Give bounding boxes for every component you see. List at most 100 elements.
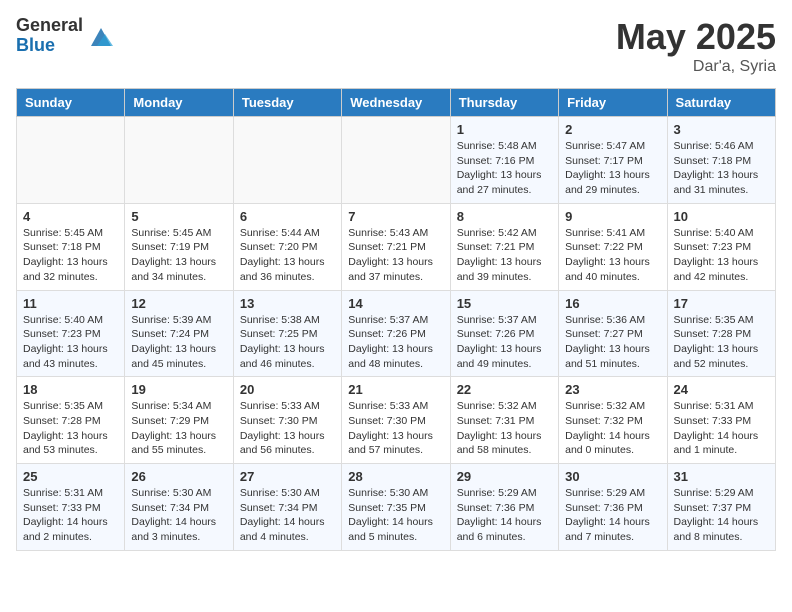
calendar-cell: 20 Sunrise: 5:33 AMSunset: 7:30 PMDayligh… (233, 377, 341, 464)
day-number: 19 (131, 382, 226, 397)
calendar-cell: 14 Sunrise: 5:37 AMSunset: 7:26 PMDayligh… (342, 290, 450, 377)
logo-general: General (16, 16, 83, 36)
calendar-cell: 27 Sunrise: 5:30 AMSunset: 7:34 PMDayligh… (233, 464, 341, 551)
calendar-cell: 3Sunrise: 5:46 AMSunset: 7:18 PMDaylight… (667, 117, 775, 204)
calendar-cell (342, 117, 450, 204)
day-number: 14 (348, 296, 443, 311)
day-info: Sunrise: 5:44 AMSunset: 7:20 PMDaylight:… (240, 226, 335, 285)
day-number: 10 (674, 209, 769, 224)
calendar-cell: 6 Sunrise: 5:44 AMSunset: 7:20 PMDaylight… (233, 203, 341, 290)
day-info: Sunrise: 5:40 AMSunset: 7:23 PMDaylight:… (23, 313, 118, 372)
day-number: 30 (565, 469, 660, 484)
calendar-cell: 28 Sunrise: 5:30 AMSunset: 7:35 PMDayligh… (342, 464, 450, 551)
day-number: 1 (457, 122, 552, 137)
day-info: Sunrise: 5:30 AMSunset: 7:35 PMDaylight:… (348, 486, 443, 545)
day-info: Sunrise: 5:40 AMSunset: 7:23 PMDaylight:… (674, 226, 769, 285)
day-info: Sunrise: 5:32 AMSunset: 7:32 PMDaylight:… (565, 399, 660, 458)
weekday-header-tuesday: Tuesday (233, 89, 341, 117)
calendar-cell: 30Sunrise: 5:29 AMSunset: 7:36 PMDayligh… (559, 464, 667, 551)
day-number: 20 (240, 382, 335, 397)
calendar-cell: 10 Sunrise: 5:40 AMSunset: 7:23 PMDayligh… (667, 203, 775, 290)
weekday-header-wednesday: Wednesday (342, 89, 450, 117)
calendar-week-2: 4 Sunrise: 5:45 AMSunset: 7:18 PMDaylight… (17, 203, 776, 290)
day-info: Sunrise: 5:41 AMSunset: 7:22 PMDaylight:… (565, 226, 660, 285)
calendar-cell: 13 Sunrise: 5:38 AMSunset: 7:25 PMDayligh… (233, 290, 341, 377)
day-info: Sunrise: 5:33 AMSunset: 7:30 PMDaylight:… (240, 399, 335, 458)
day-number: 13 (240, 296, 335, 311)
day-info: Sunrise: 5:39 AMSunset: 7:24 PMDaylight:… (131, 313, 226, 372)
calendar-cell: 18 Sunrise: 5:35 AMSunset: 7:28 PMDayligh… (17, 377, 125, 464)
calendar-cell (125, 117, 233, 204)
calendar-cell: 16Sunrise: 5:36 AMSunset: 7:27 PMDayligh… (559, 290, 667, 377)
calendar-week-5: 25 Sunrise: 5:31 AMSunset: 7:33 PMDayligh… (17, 464, 776, 551)
day-number: 28 (348, 469, 443, 484)
logo: General Blue (16, 16, 115, 56)
day-info: Sunrise: 5:45 AMSunset: 7:19 PMDaylight:… (131, 226, 226, 285)
calendar-cell: 9 Sunrise: 5:41 AMSunset: 7:22 PMDaylight… (559, 203, 667, 290)
day-number: 8 (457, 209, 552, 224)
calendar-cell: 12Sunrise: 5:39 AMSunset: 7:24 PMDayligh… (125, 290, 233, 377)
day-info: Sunrise: 5:45 AMSunset: 7:18 PMDaylight:… (23, 226, 118, 285)
location: Dar'a, Syria (616, 58, 776, 76)
day-info: Sunrise: 5:35 AMSunset: 7:28 PMDaylight:… (23, 399, 118, 458)
calendar-cell: 1 Sunrise: 5:48 AMSunset: 7:16 PMDaylight… (450, 117, 558, 204)
calendar-cell: 26 Sunrise: 5:30 AMSunset: 7:34 PMDayligh… (125, 464, 233, 551)
day-number: 9 (565, 209, 660, 224)
calendar-cell: 22Sunrise: 5:32 AMSunset: 7:31 PMDayligh… (450, 377, 558, 464)
calendar-cell: 5Sunrise: 5:45 AMSunset: 7:19 PMDaylight… (125, 203, 233, 290)
calendar-header: SundayMondayTuesdayWednesdayThursdayFrid… (17, 89, 776, 117)
calendar-week-3: 11 Sunrise: 5:40 AMSunset: 7:23 PMDayligh… (17, 290, 776, 377)
day-info: Sunrise: 5:30 AMSunset: 7:34 PMDaylight:… (240, 486, 335, 545)
day-info: Sunrise: 5:33 AMSunset: 7:30 PMDaylight:… (348, 399, 443, 458)
calendar-cell: 15 Sunrise: 5:37 AMSunset: 7:26 PMDayligh… (450, 290, 558, 377)
logo-icon (87, 22, 115, 50)
month-title: May 2025 (616, 16, 776, 58)
day-number: 18 (23, 382, 118, 397)
page-header: General Blue May 2025 Dar'a, Syria (16, 16, 776, 76)
weekday-header-friday: Friday (559, 89, 667, 117)
calendar-cell: 19Sunrise: 5:34 AMSunset: 7:29 PMDayligh… (125, 377, 233, 464)
day-number: 7 (348, 209, 443, 224)
day-number: 23 (565, 382, 660, 397)
day-info: Sunrise: 5:48 AMSunset: 7:16 PMDaylight:… (457, 139, 552, 198)
day-number: 27 (240, 469, 335, 484)
day-info: Sunrise: 5:30 AMSunset: 7:34 PMDaylight:… (131, 486, 226, 545)
day-info: Sunrise: 5:43 AMSunset: 7:21 PMDaylight:… (348, 226, 443, 285)
calendar-cell (233, 117, 341, 204)
logo-text: General Blue (16, 16, 83, 56)
day-number: 29 (457, 469, 552, 484)
calendar-cell: 8Sunrise: 5:42 AMSunset: 7:21 PMDaylight… (450, 203, 558, 290)
day-number: 21 (348, 382, 443, 397)
day-number: 17 (674, 296, 769, 311)
weekday-header-saturday: Saturday (667, 89, 775, 117)
weekday-header-thursday: Thursday (450, 89, 558, 117)
day-info: Sunrise: 5:38 AMSunset: 7:25 PMDaylight:… (240, 313, 335, 372)
day-number: 6 (240, 209, 335, 224)
day-number: 16 (565, 296, 660, 311)
day-info: Sunrise: 5:29 AMSunset: 7:36 PMDaylight:… (457, 486, 552, 545)
day-number: 4 (23, 209, 118, 224)
day-number: 24 (674, 382, 769, 397)
day-info: Sunrise: 5:32 AMSunset: 7:31 PMDaylight:… (457, 399, 552, 458)
weekday-header-row: SundayMondayTuesdayWednesdayThursdayFrid… (17, 89, 776, 117)
calendar-cell: 21 Sunrise: 5:33 AMSunset: 7:30 PMDayligh… (342, 377, 450, 464)
calendar-cell: 17Sunrise: 5:35 AMSunset: 7:28 PMDayligh… (667, 290, 775, 377)
day-info: Sunrise: 5:31 AMSunset: 7:33 PMDaylight:… (23, 486, 118, 545)
calendar-week-4: 18 Sunrise: 5:35 AMSunset: 7:28 PMDayligh… (17, 377, 776, 464)
day-info: Sunrise: 5:37 AMSunset: 7:26 PMDaylight:… (457, 313, 552, 372)
day-info: Sunrise: 5:37 AMSunset: 7:26 PMDaylight:… (348, 313, 443, 372)
logo-blue: Blue (16, 36, 83, 56)
calendar-cell: 7 Sunrise: 5:43 AMSunset: 7:21 PMDaylight… (342, 203, 450, 290)
day-number: 26 (131, 469, 226, 484)
calendar-cell (17, 117, 125, 204)
day-info: Sunrise: 5:29 AMSunset: 7:37 PMDaylight:… (674, 486, 769, 545)
calendar-cell: 29 Sunrise: 5:29 AMSunset: 7:36 PMDayligh… (450, 464, 558, 551)
day-number: 25 (23, 469, 118, 484)
day-number: 15 (457, 296, 552, 311)
day-number: 11 (23, 296, 118, 311)
day-info: Sunrise: 5:46 AMSunset: 7:18 PMDaylight:… (674, 139, 769, 198)
weekday-header-sunday: Sunday (17, 89, 125, 117)
calendar-cell: 24Sunrise: 5:31 AMSunset: 7:33 PMDayligh… (667, 377, 775, 464)
calendar-cell: 2Sunrise: 5:47 AMSunset: 7:17 PMDaylight… (559, 117, 667, 204)
calendar-body: 1 Sunrise: 5:48 AMSunset: 7:16 PMDaylight… (17, 117, 776, 551)
